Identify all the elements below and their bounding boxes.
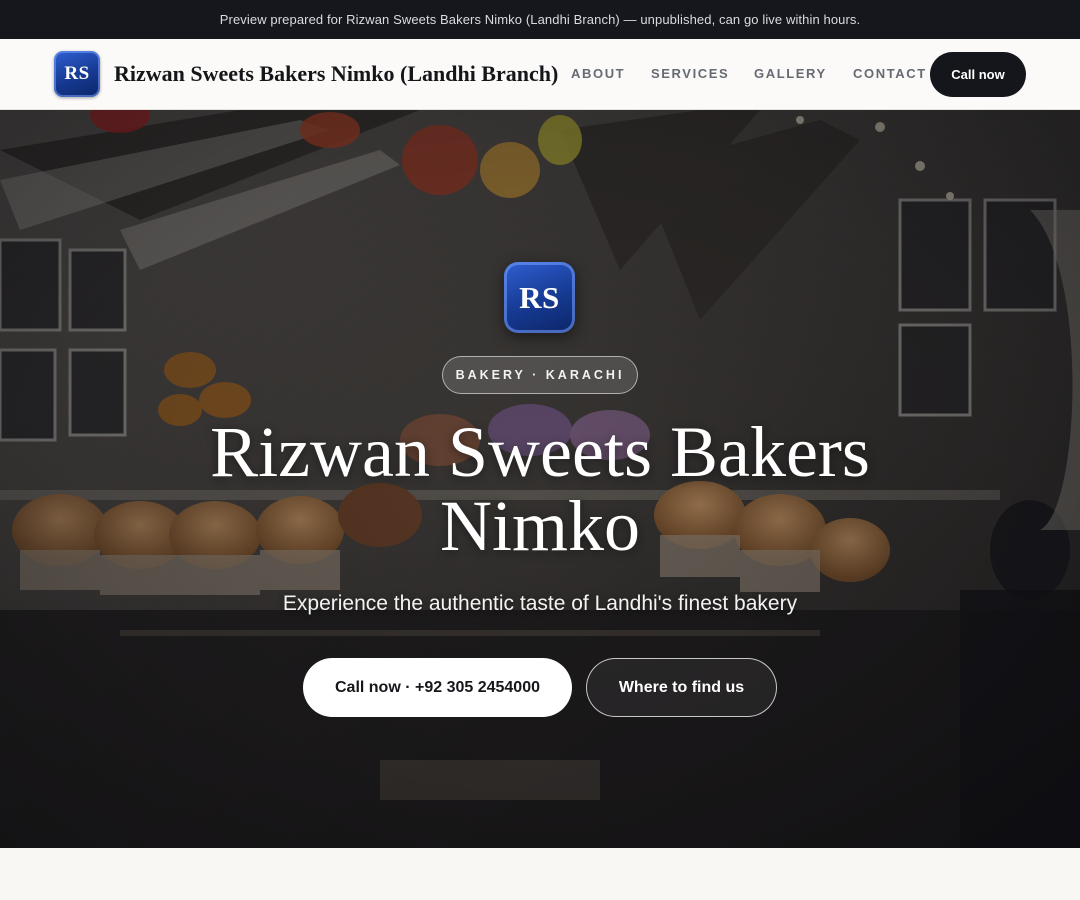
call-now-button[interactable]: Call now · +92 305 2454000 [303,658,572,717]
header-call-button[interactable]: Call now [930,52,1026,97]
category-badge-text: BAKERY · KARACHI [455,368,625,382]
brand-logo[interactable]: RS [54,51,100,97]
brand-logo-initials: RS [64,63,90,84]
next-section [0,848,1080,900]
hero-subtitle: Experience the authentic taste of Landhi… [282,592,798,615]
nav-gallery[interactable]: GALLERY [754,66,827,81]
hero-section: RS BAKERY · KARACHI Rizwan Sweets Bakers… [0,110,1080,848]
hero-logo: RS [504,262,575,333]
hero-logo-initials: RS [519,279,560,315]
nav-about[interactable]: ABOUT [571,66,625,81]
hero-title: Rizwan Sweets Bakers Nimko [210,412,870,566]
where-to-find-us-button[interactable]: Where to find us [586,658,777,717]
brand-name[interactable]: Rizwan Sweets Bakers Nimko (Landhi Branc… [114,61,558,87]
nav-services[interactable]: SERVICES [651,66,729,81]
site-header: RS Rizwan Sweets Bakers Nimko (Landhi Br… [0,39,1080,110]
preview-banner: Preview prepared for Rizwan Sweets Baker… [0,0,1080,39]
category-badge: BAKERY · KARACHI [442,356,638,394]
preview-banner-text: Preview prepared for Rizwan Sweets Baker… [219,12,861,27]
nav-contact[interactable]: CONTACT [853,66,927,81]
